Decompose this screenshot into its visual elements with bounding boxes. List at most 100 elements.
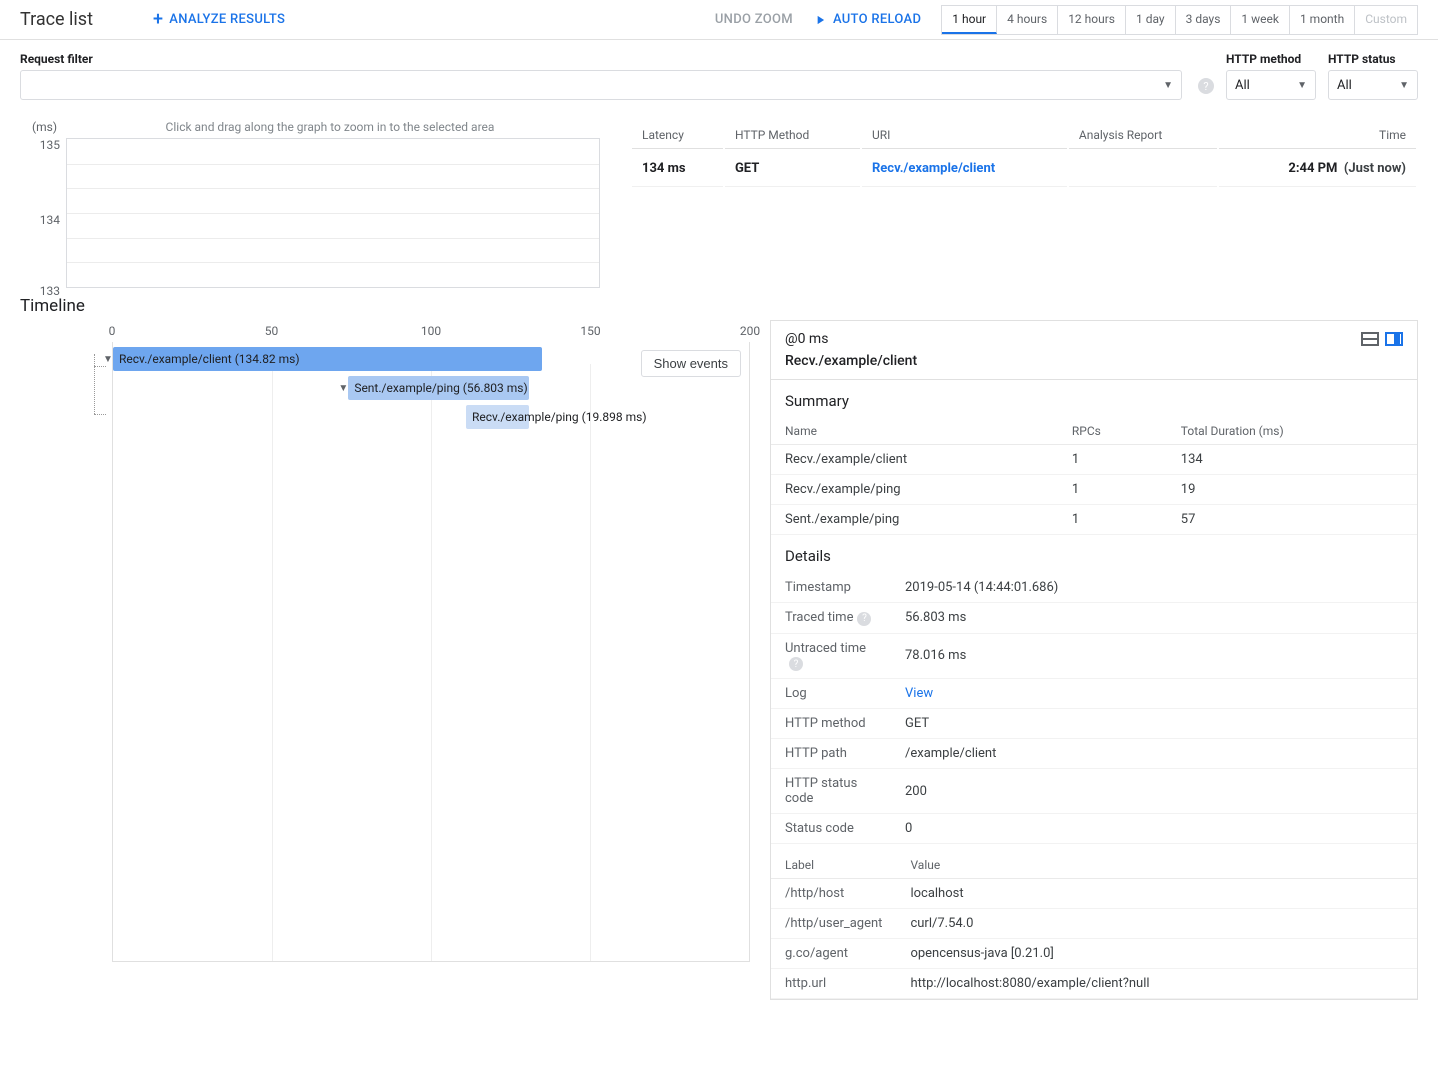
detail-value: 56.803 ms xyxy=(891,603,1417,634)
time-range-custom[interactable]: Custom xyxy=(1355,6,1417,34)
detail-key: Traced time? xyxy=(771,603,891,634)
time-range-1hour[interactable]: 1 hour xyxy=(942,6,997,34)
span-tree-line xyxy=(94,354,95,414)
filter-row: Request filter ▼ ? HTTP method All ▼ HTT… xyxy=(0,40,1438,110)
detail-key: HTTP status code xyxy=(771,769,891,814)
span-tree-line xyxy=(94,366,106,367)
span-label: Recv./example/ping (19.898 ms) xyxy=(472,410,647,424)
time-range-1month[interactable]: 1 month xyxy=(1290,6,1355,34)
detail-value: /example/client xyxy=(891,739,1417,769)
chevron-down-icon: ▼ xyxy=(1163,80,1173,91)
auto-reload-button[interactable]: AUTO RELOAD xyxy=(813,12,921,27)
graph-ytick: 135 xyxy=(20,138,60,152)
play-icon xyxy=(813,13,827,27)
time-range-selector: 1 hour 4 hours 12 hours 1 day 3 days 1 w… xyxy=(941,5,1418,35)
trace-uri[interactable]: Recv./example/client xyxy=(862,151,1067,187)
auto-reload-label: AUTO RELOAD xyxy=(833,12,921,27)
span-detail-panel: @0 ms Recv./example/client Summary Name … xyxy=(770,320,1418,1000)
info-icon[interactable]: ? xyxy=(789,657,803,671)
chevron-down-icon[interactable]: ▼ xyxy=(103,354,113,365)
info-icon[interactable]: ? xyxy=(857,612,871,626)
labels-table: Label Value /http/hostlocalhost /http/us… xyxy=(771,852,1417,999)
timeline-tick: 150 xyxy=(580,324,600,338)
undo-zoom-button[interactable]: UNDO ZOOM xyxy=(715,12,793,27)
plus-icon: + xyxy=(153,13,163,26)
col-method[interactable]: HTTP Method xyxy=(725,122,860,149)
span-bar[interactable]: ▼ Recv./example/client (134.82 ms) xyxy=(113,347,542,371)
request-filter-label: Request filter xyxy=(20,52,1182,66)
request-filter-dropdown[interactable]: ▼ xyxy=(20,70,1182,100)
show-events-button[interactable]: Show events xyxy=(641,350,741,377)
layout-horizontal-icon[interactable] xyxy=(1361,332,1379,346)
col-latency[interactable]: Latency xyxy=(632,122,723,149)
trace-row[interactable]: 134 ms GET Recv./example/client 2:44 PM … xyxy=(632,151,1416,187)
details-title: Details xyxy=(771,535,1417,573)
graph-hint: Click and drag along the graph to zoom i… xyxy=(20,120,600,134)
chevron-down-icon[interactable]: ▼ xyxy=(338,383,348,394)
summary-col-name: Name xyxy=(771,418,1058,445)
summary-row: Sent./example/ping157 xyxy=(771,505,1417,535)
detail-value: GET xyxy=(891,709,1417,739)
detail-key: Untraced time? xyxy=(771,633,891,679)
chevron-down-icon: ▼ xyxy=(1399,80,1409,91)
timeline-tick: 100 xyxy=(421,324,441,338)
time-range-1day[interactable]: 1 day xyxy=(1126,6,1176,34)
span-label: Recv./example/client (134.82 ms) xyxy=(119,352,300,366)
summary-col-total: Total Duration (ms) xyxy=(1167,418,1417,445)
details-table: Timestamp2019-05-14 (14:44:01.686) Trace… xyxy=(771,573,1417,844)
label-row: g.co/agentopencensus-java [0.21.0] xyxy=(771,939,1417,969)
http-method-value: All xyxy=(1235,78,1250,93)
trace-analysis xyxy=(1069,151,1217,187)
timeline-tick: 0 xyxy=(109,324,116,338)
span-tree-line xyxy=(94,414,106,415)
graph-ytick: 134 xyxy=(20,213,60,227)
summary-col-rpcs: RPCs xyxy=(1058,418,1167,445)
help-icon[interactable]: ? xyxy=(1198,78,1214,94)
http-status-dropdown[interactable]: All ▼ xyxy=(1328,70,1418,100)
http-status-value: All xyxy=(1337,78,1352,93)
timeline-title: Timeline xyxy=(20,296,1418,316)
detail-key: Log xyxy=(771,679,891,709)
col-analysis[interactable]: Analysis Report xyxy=(1069,122,1217,149)
detail-value: 0 xyxy=(891,814,1417,844)
layout-vertical-icon[interactable] xyxy=(1385,332,1403,346)
graph-ytick: 133 xyxy=(20,284,60,298)
log-view-link[interactable]: View xyxy=(891,679,1417,709)
span-label: Sent./example/ping (56.803 ms) xyxy=(354,381,527,395)
timeline-tick: 200 xyxy=(740,324,760,338)
graph-unit: (ms) xyxy=(32,120,57,134)
trace-time: 2:44 PM (Just now) xyxy=(1219,151,1416,187)
trace-method: GET xyxy=(725,151,860,187)
http-method-dropdown[interactable]: All ▼ xyxy=(1226,70,1316,100)
time-range-3days[interactable]: 3 days xyxy=(1176,6,1232,34)
analyze-results-label: ANALYZE RESULTS xyxy=(169,12,285,27)
label-row: http.urlhttp://localhost:8080/example/cl… xyxy=(771,969,1417,999)
span-bar[interactable]: Recv./example/ping (19.898 ms) xyxy=(466,405,529,429)
detail-key: HTTP method xyxy=(771,709,891,739)
summary-row: Recv./example/ping119 xyxy=(771,475,1417,505)
chevron-down-icon: ▼ xyxy=(1297,80,1307,91)
col-time[interactable]: Time xyxy=(1219,122,1416,149)
trace-latency: 134 ms xyxy=(632,151,723,187)
time-range-4hours[interactable]: 4 hours xyxy=(997,6,1058,34)
summary-table: Name RPCs Total Duration (ms) Recv./exam… xyxy=(771,418,1417,535)
page-title: Trace list xyxy=(20,9,93,30)
detail-key: Status code xyxy=(771,814,891,844)
label-row: /http/user_agentcurl/7.54.0 xyxy=(771,909,1417,939)
labels-col-value: Value xyxy=(896,852,1417,879)
latency-graph[interactable]: (ms) Click and drag along the graph to z… xyxy=(20,120,600,288)
detail-value: 2019-05-14 (14:44:01.686) xyxy=(891,573,1417,603)
detail-key: Timestamp xyxy=(771,573,891,603)
time-range-12hours[interactable]: 12 hours xyxy=(1058,6,1126,34)
time-range-1week[interactable]: 1 week xyxy=(1231,6,1290,34)
span-bar[interactable]: ▼ Sent./example/ping (56.803 ms) xyxy=(348,376,529,400)
span-time-offset: @0 ms xyxy=(785,331,828,347)
header-bar: Trace list + ANALYZE RESULTS UNDO ZOOM A… xyxy=(0,0,1438,40)
http-status-label: HTTP status xyxy=(1328,52,1418,66)
detail-value: 200 xyxy=(891,769,1417,814)
trace-list-table: Latency HTTP Method URI Analysis Report … xyxy=(630,120,1418,189)
http-method-label: HTTP method xyxy=(1226,52,1316,66)
col-uri[interactable]: URI xyxy=(862,122,1067,149)
summary-row: Recv./example/client1134 xyxy=(771,445,1417,475)
analyze-results-button[interactable]: + ANALYZE RESULTS xyxy=(153,12,285,27)
